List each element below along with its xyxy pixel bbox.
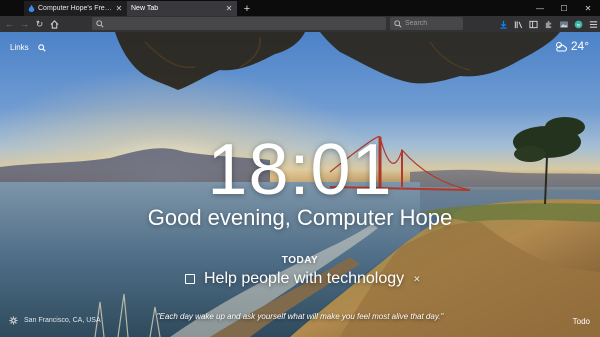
reload-icon[interactable]: ↻ [32,17,47,31]
links-bar: Links [10,43,46,52]
tab-computer-hope[interactable]: Computer Hope's Free Compu ✕ [24,1,127,16]
close-window-icon[interactable]: ✕ [576,0,600,16]
tab-strip: Computer Hope's Free Compu ✕ New Tab ✕ +… [0,0,600,16]
focus-text[interactable]: Help people with technology [204,270,404,288]
tab-close-icon[interactable]: ✕ [225,4,233,13]
focus-item: Help people with technology ✕ [185,270,421,288]
search-icon [96,19,104,28]
links-button[interactable]: Links [10,43,29,52]
greeting: Good evening, Computer Hope [147,205,453,230]
daily-quote[interactable]: "Each day wake up and ask yourself what … [0,312,600,321]
download-icon[interactable] [496,17,511,31]
home-icon[interactable] [47,17,62,31]
library-icon[interactable] [511,17,526,31]
temperature: 24° [570,39,589,53]
address-input[interactable] [108,20,386,27]
close-icon[interactable]: ✕ [413,274,421,285]
computerhope-icon [28,5,35,12]
window-controls: — ☐ ✕ [528,0,600,16]
toolbar-right-icons: m [496,17,600,31]
new-tab-page: Links 24° 18:01 Good evening, Computer H… [0,32,600,337]
tab-title: Computer Hope's Free Compu [38,5,115,12]
todo-button[interactable]: Todo [573,317,590,326]
forward-arrow-icon[interactable]: → [17,17,32,31]
new-tab-plus-icon[interactable]: + [240,1,254,16]
search-icon[interactable] [37,43,46,52]
tabstrip-spacer [0,0,24,16]
back-arrow-icon[interactable]: ← [2,17,17,31]
momentum-extension-icon[interactable]: m [571,17,586,31]
nav-toolbar: ← → ↻ m [0,16,600,32]
tab-close-icon[interactable]: ✕ [115,4,123,13]
clock: 18:01 [207,130,393,210]
extension-icon[interactable] [541,17,556,31]
maximize-icon[interactable]: ☐ [552,0,576,16]
search-bar[interactable] [390,17,463,30]
menu-hamburger-icon[interactable] [586,17,600,31]
focus-checkbox[interactable] [185,274,195,284]
address-bar[interactable] [92,17,386,30]
search-input[interactable] [405,20,463,27]
search-icon [394,19,402,28]
svg-text:m: m [577,22,581,27]
today-label: TODAY [281,255,319,266]
weather-widget[interactable]: 24° [554,39,589,53]
partly-cloudy-icon [554,41,568,52]
photo-extension-icon[interactable] [556,17,571,31]
tab-new-tab[interactable]: New Tab ✕ [127,1,237,16]
minimize-icon[interactable]: — [528,0,552,16]
tab-title: New Tab [131,5,159,12]
sidebar-icon[interactable] [526,17,541,31]
